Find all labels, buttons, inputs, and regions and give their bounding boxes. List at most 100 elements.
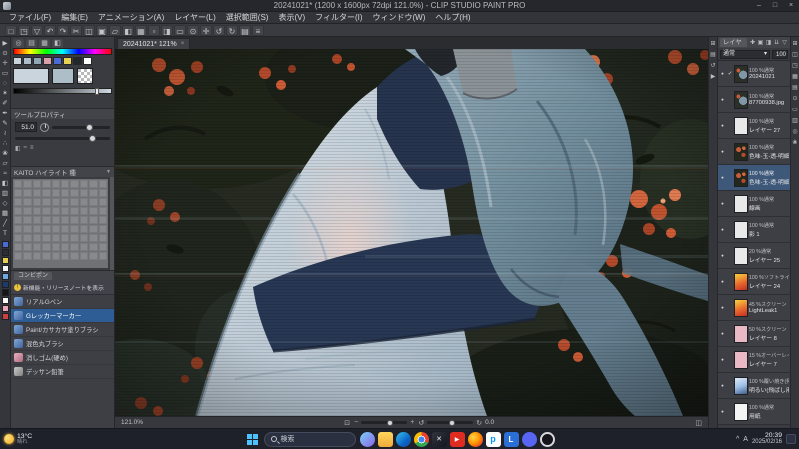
tool-settings-icon[interactable]: ≡ <box>30 145 34 152</box>
subtool-item[interactable]: 混色丸ブラシ <box>11 337 114 351</box>
anti-aliasing-icon[interactable]: ◧ <box>15 145 21 152</box>
menu-item[interactable]: フィルター(I) <box>310 12 367 23</box>
color-set-swatch[interactable] <box>89 243 98 251</box>
subtool-item[interactable]: Gレッカーマーカー <box>11 309 114 323</box>
layer-row[interactable]: ● 100 %通常影 1 <box>718 217 790 243</box>
rotate-left-icon[interactable]: ↺ <box>213 24 225 36</box>
color-set-swatch[interactable] <box>51 207 60 215</box>
release-notes-banner[interactable]: ! 新機能・リリースノートを表示 <box>11 281 114 295</box>
layer-row[interactable]: ● 15 %オーバーレイ レイヤー 7 <box>718 347 790 373</box>
color-set-swatch[interactable] <box>42 252 51 260</box>
color-set-swatch[interactable] <box>79 207 89 215</box>
color-set-swatch[interactable] <box>60 243 70 251</box>
color-set-swatch[interactable] <box>51 198 60 206</box>
color-set-swatch[interactable] <box>14 207 23 215</box>
color-set-swatch[interactable] <box>89 207 98 215</box>
color-history-swatch[interactable] <box>33 57 42 65</box>
subtool-item[interactable]: リアルGペン <box>11 295 114 309</box>
color-set-swatch[interactable] <box>32 225 42 233</box>
color-history-swatch[interactable] <box>43 57 52 65</box>
airbrush-tool-icon[interactable]: ∴ <box>0 139 10 148</box>
menu-item[interactable]: ファイル(F) <box>4 12 56 23</box>
document-tab[interactable]: 20241021* 121% × <box>117 38 191 49</box>
color-set-swatch[interactable] <box>23 180 32 188</box>
quick-access-icon[interactable]: ⊞ <box>709 40 717 48</box>
transparent-color-swatch[interactable] <box>77 68 93 84</box>
rotate-slider-knob[interactable] <box>449 419 456 426</box>
open-file-icon[interactable]: ◳ <box>18 24 30 36</box>
color-set-swatch[interactable] <box>89 189 98 197</box>
eye-icon[interactable]: ● <box>719 279 726 284</box>
sub-view-icon[interactable]: ◫ <box>791 51 799 59</box>
color-swatch[interactable] <box>1 249 9 256</box>
new-layer-icon[interactable]: ✚ <box>749 39 756 47</box>
sub-tool-group-tab[interactable]: コンビポン <box>14 272 53 280</box>
blend-tool-icon[interactable]: ≈ <box>0 169 10 178</box>
menu-item[interactable]: ヘルプ(H) <box>430 12 475 23</box>
magic-wand-tool-icon[interactable]: ✶ <box>0 89 10 98</box>
color-set-swatch[interactable] <box>23 207 32 215</box>
color-history-swatch[interactable] <box>63 57 72 65</box>
youtube-app-icon[interactable]: ▶ <box>449 431 465 447</box>
color-swatch[interactable] <box>1 265 9 272</box>
save-icon[interactable]: ▽ <box>31 24 43 36</box>
fill-icon[interactable]: ◧ <box>122 24 134 36</box>
brush-size-icon[interactable]: ◎ <box>791 128 799 136</box>
layer-row[interactable]: ● 50 %スクリーン レイヤー 8 <box>718 321 790 347</box>
layer-row[interactable]: ● 100 %通常 87700938.jpg <box>718 87 790 113</box>
color-mixing-tab-icon[interactable]: ◧ <box>52 38 63 48</box>
color-set-swatch[interactable] <box>42 216 51 224</box>
color-set-swatch[interactable] <box>23 198 32 206</box>
color-set-swatch[interactable] <box>42 243 51 251</box>
menu-item[interactable]: アニメーション(A) <box>93 12 169 23</box>
tone-icon[interactable]: ▥ <box>791 117 799 125</box>
color-set-swatch[interactable] <box>23 234 32 242</box>
layer-row[interactable]: ● ✓ 100 %通常 20241021 <box>718 61 790 87</box>
color-set-swatch[interactable] <box>60 189 70 197</box>
color-set-swatch[interactable] <box>14 252 23 260</box>
copilot-app-icon[interactable] <box>359 431 375 447</box>
eyedropper-tool-icon[interactable]: ✐ <box>0 99 10 108</box>
eye-icon[interactable]: ● <box>719 253 726 258</box>
layer-row[interactable]: ● 100 %通常 用紙 <box>718 399 790 425</box>
color-history-swatch[interactable] <box>23 57 32 65</box>
menu-item[interactable]: レイヤー(L) <box>169 12 221 23</box>
hand-tool-icon[interactable]: ✛ <box>200 24 212 36</box>
color-set-swatch[interactable] <box>32 216 42 224</box>
color-set-swatch[interactable] <box>42 207 51 215</box>
weather-widget[interactable]: 13°C 晴れ <box>4 433 32 446</box>
undo-icon[interactable]: ↶ <box>44 24 56 36</box>
color-slider-tab-icon[interactable]: ▤ <box>26 38 37 48</box>
color-history-swatch[interactable] <box>53 57 62 65</box>
color-set-swatch[interactable] <box>70 252 79 260</box>
eye-icon[interactable]: ● <box>719 97 726 102</box>
selection-tool-icon[interactable]: ▭ <box>0 69 10 78</box>
edge-app-icon[interactable] <box>395 431 411 447</box>
eye-icon[interactable]: ● <box>719 357 726 362</box>
color-set-swatch[interactable] <box>51 189 60 197</box>
color-set-swatch[interactable] <box>60 225 70 233</box>
color-swatch[interactable] <box>1 289 9 296</box>
color-set-swatch[interactable] <box>32 198 42 206</box>
color-set-swatch[interactable] <box>32 189 42 197</box>
color-set-swatch[interactable] <box>98 207 107 215</box>
color-swatch[interactable] <box>1 281 9 288</box>
gradient-tool-icon[interactable]: ▥ <box>0 189 10 198</box>
rotate-left-icon[interactable]: ↺ <box>418 419 424 427</box>
start-button[interactable] <box>245 432 260 447</box>
item-bank-icon[interactable]: ▦ <box>791 73 799 81</box>
eye-icon[interactable]: ● <box>719 331 726 336</box>
color-swatch[interactable] <box>1 313 9 320</box>
eye-icon[interactable]: ● <box>719 383 726 388</box>
delete-icon[interactable]: ▱ <box>109 24 121 36</box>
tray-chevron-icon[interactable]: ^ <box>736 436 739 443</box>
menu-item[interactable]: 編集(E) <box>56 12 93 23</box>
subtool-item[interactable]: Paint/カサカサ塗りブラシ <box>11 323 114 337</box>
deselect-icon[interactable]: ▫ <box>148 24 160 36</box>
color-set-swatch[interactable] <box>70 207 79 215</box>
tab-layer[interactable]: レイヤー <box>720 38 747 55</box>
color-set-swatch[interactable] <box>32 243 42 251</box>
color-set-swatch[interactable] <box>60 216 70 224</box>
color-set-swatch[interactable] <box>42 180 51 188</box>
color-set-swatch[interactable] <box>14 225 23 233</box>
